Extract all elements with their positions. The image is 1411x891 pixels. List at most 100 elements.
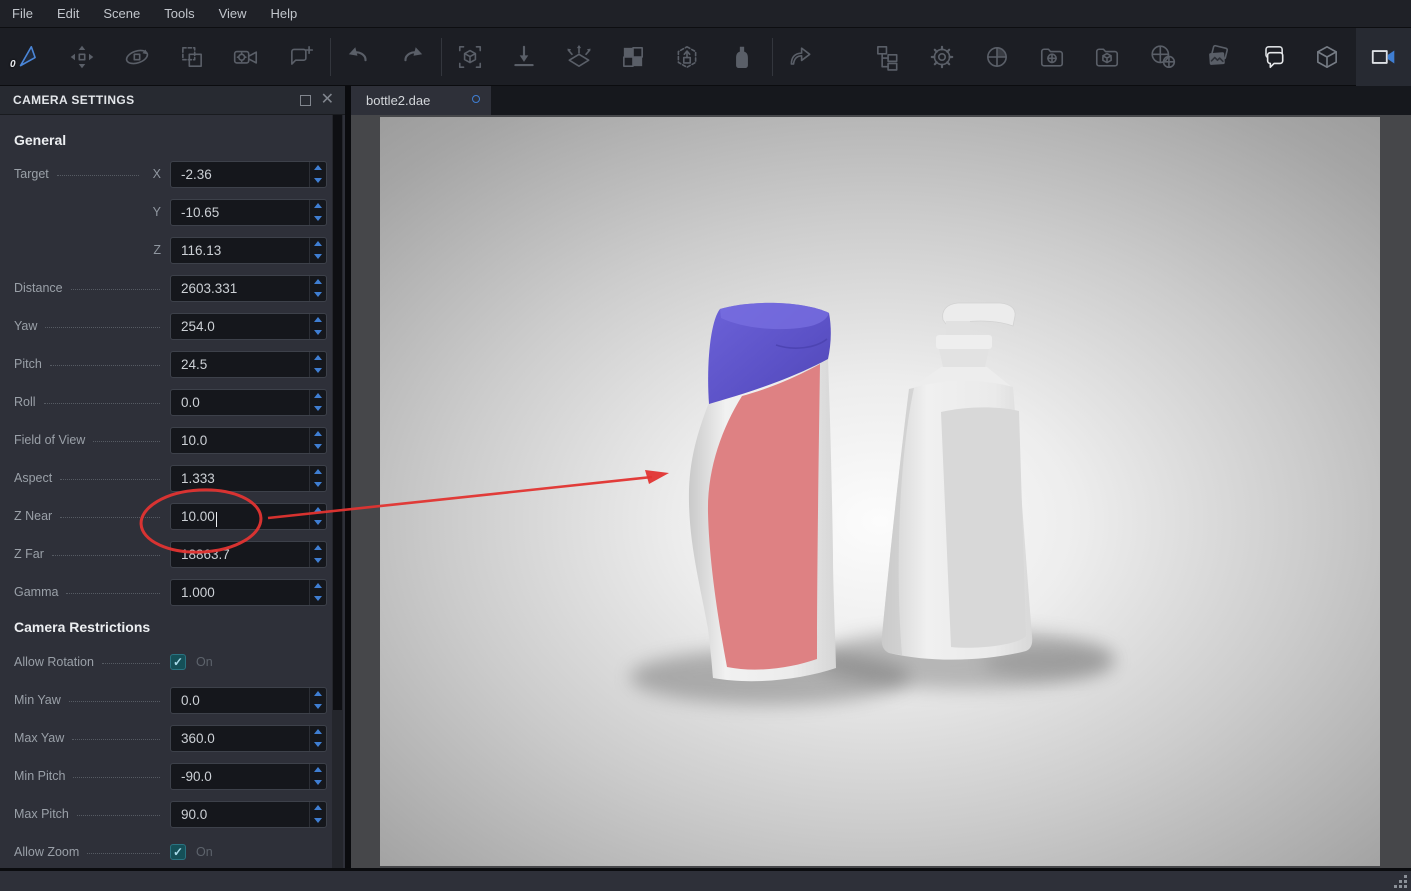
field-label: Pitch — [14, 357, 42, 371]
spin-up-button[interactable] — [310, 542, 326, 555]
target-x-input[interactable]: -2.36 — [170, 161, 327, 188]
menu-scene[interactable]: Scene — [103, 6, 154, 21]
spin-up-button[interactable] — [310, 504, 326, 517]
camera-keyframe-icon[interactable] — [232, 43, 260, 71]
spin-up-button[interactable] — [310, 466, 326, 479]
field-value: 254.0 — [171, 319, 215, 334]
spin-down-button[interactable] — [310, 402, 326, 415]
spin-down-button[interactable] — [310, 554, 326, 567]
spin-up-button[interactable] — [310, 352, 326, 365]
section-general: General — [0, 125, 345, 155]
spin-up-button[interactable] — [310, 726, 326, 739]
field-label: Max Pitch — [14, 807, 69, 821]
checkerboard-icon[interactable] — [619, 43, 647, 71]
target-y-input[interactable]: -10.65 — [170, 199, 327, 226]
max-pitch-input[interactable]: 90.0 — [170, 801, 327, 828]
spin-down-button[interactable] — [310, 592, 326, 605]
pan-tool-icon[interactable] — [68, 43, 96, 71]
roll-input[interactable]: 0.0 — [170, 389, 327, 416]
select-tool-icon[interactable]: 0 — [13, 43, 41, 71]
scale-scene-icon[interactable] — [565, 43, 593, 71]
spin-up-button[interactable] — [310, 688, 326, 701]
field-value: 2603.331 — [171, 281, 237, 296]
spin-down-button[interactable] — [310, 288, 326, 301]
z-far-input[interactable]: 18863.7 — [170, 541, 327, 568]
min-yaw-input[interactable]: 0.0 — [170, 687, 327, 714]
spin-up-button[interactable] — [310, 314, 326, 327]
spin-down-button[interactable] — [310, 212, 326, 225]
spin-down-button[interactable] — [310, 250, 326, 263]
spin-down-button[interactable] — [310, 700, 326, 713]
gamma-input[interactable]: 1.000 — [170, 579, 327, 606]
z-near-input[interactable]: 10.00 — [170, 503, 327, 530]
target-z-input[interactable]: 116.13 — [170, 237, 327, 264]
close-panel-icon[interactable]: ✕ — [321, 90, 334, 110]
spin-up-button[interactable] — [310, 162, 326, 175]
frame-object-icon[interactable] — [456, 43, 484, 71]
comments-icon[interactable] — [1259, 43, 1287, 71]
spin-down-button[interactable] — [310, 738, 326, 751]
render-canvas[interactable] — [380, 117, 1380, 866]
spin-down-button[interactable] — [310, 440, 326, 453]
spin-down-button[interactable] — [310, 814, 326, 827]
export-share-icon[interactable] — [786, 43, 814, 71]
drop-to-ground-icon[interactable] — [510, 43, 538, 71]
environment-icon[interactable] — [1149, 43, 1177, 71]
distance-input[interactable]: 2603.331 — [170, 275, 327, 302]
scene-hierarchy-icon[interactable] — [873, 43, 901, 71]
float-panel-icon[interactable] — [300, 95, 311, 106]
allow-zoom-checkbox[interactable]: ✓ — [170, 844, 186, 860]
status-bar — [0, 868, 1411, 891]
spin-up-button[interactable] — [310, 764, 326, 777]
field-of-view-input[interactable]: 10.0 — [170, 427, 327, 454]
model-view-icon[interactable] — [1313, 43, 1341, 71]
dotted-leader — [60, 517, 160, 518]
field-row-max-yaw: Max Yaw 360.0 — [0, 719, 345, 757]
field-value: 10.00 — [171, 509, 215, 524]
undo-icon[interactable] — [344, 43, 372, 71]
marquee-select-icon[interactable] — [178, 43, 206, 71]
resize-grip-icon[interactable] — [1393, 874, 1407, 888]
spin-down-button[interactable] — [310, 364, 326, 377]
field-value: 0.0 — [171, 395, 200, 410]
spin-up-button[interactable] — [310, 238, 326, 251]
pitch-input[interactable]: 24.5 — [170, 351, 327, 378]
orbit-tool-icon[interactable] — [123, 43, 151, 71]
menu-edit[interactable]: Edit — [57, 6, 93, 21]
materials-icon[interactable] — [983, 43, 1011, 71]
min-pitch-input[interactable]: -90.0 — [170, 763, 327, 790]
scrollbar-thumb[interactable] — [333, 115, 342, 710]
menu-view[interactable]: View — [219, 6, 261, 21]
spin-down-button[interactable] — [310, 326, 326, 339]
spin-down-button[interactable] — [310, 776, 326, 789]
spin-down-button[interactable] — [310, 516, 326, 529]
menu-tools[interactable]: Tools — [164, 6, 208, 21]
max-yaw-input[interactable]: 360.0 — [170, 725, 327, 752]
spin-down-button[interactable] — [310, 174, 326, 187]
spin-up-button[interactable] — [310, 200, 326, 213]
spin-up-button[interactable] — [310, 428, 326, 441]
tab-bottle2[interactable]: bottle2.dae — [351, 86, 491, 115]
settings-gear-icon[interactable] — [928, 43, 956, 71]
image-gallery-icon[interactable] — [1204, 43, 1232, 71]
add-annotation-icon[interactable] — [287, 43, 315, 71]
allow-rotation-checkbox[interactable]: ✓ — [170, 654, 186, 670]
spin-down-button[interactable] — [310, 478, 326, 491]
bottle-object-icon[interactable] — [728, 43, 756, 71]
redo-icon[interactable] — [399, 43, 427, 71]
spin-up-button[interactable] — [310, 276, 326, 289]
material-library-icon[interactable] — [1038, 43, 1066, 71]
model-library-icon[interactable] — [1093, 43, 1121, 71]
spin-up-button[interactable] — [310, 580, 326, 593]
viewport-3d[interactable] — [345, 115, 1411, 868]
spin-up-button[interactable] — [310, 802, 326, 815]
yaw-input[interactable]: 254.0 — [170, 313, 327, 340]
camera-view-icon[interactable] — [1369, 43, 1397, 71]
menu-help[interactable]: Help — [271, 6, 312, 21]
simulation-icon[interactable] — [673, 43, 701, 71]
field-value: 90.0 — [171, 807, 207, 822]
menu-file[interactable]: File — [12, 6, 47, 21]
spin-up-button[interactable] — [310, 390, 326, 403]
panel-scrollbar[interactable] — [332, 115, 343, 868]
aspect-input[interactable]: 1.333 — [170, 465, 327, 492]
